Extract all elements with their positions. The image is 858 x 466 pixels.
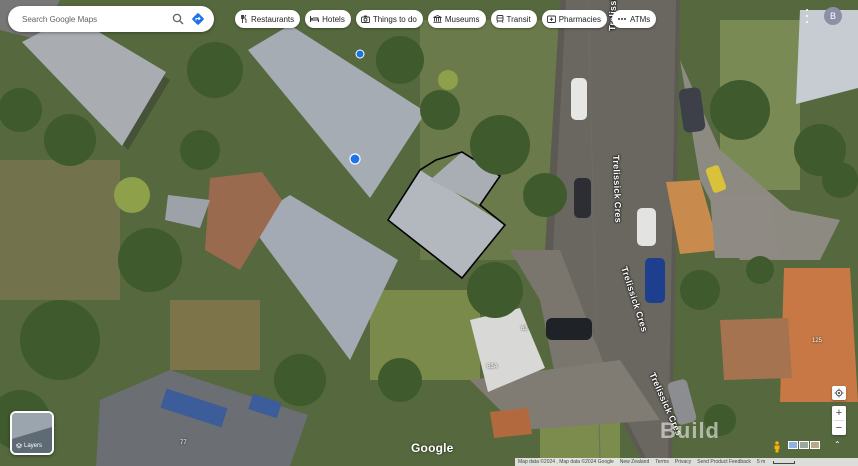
chip-label: ATMs (629, 14, 651, 24)
chip-label: Hotels (322, 14, 345, 24)
imagery-thumbnail[interactable] (810, 441, 820, 449)
zoom-controls: + − (832, 406, 846, 435)
atm-icon (617, 15, 627, 23)
search-box[interactable]: Search Google Maps (8, 6, 214, 32)
house-number: 63 (521, 326, 528, 332)
chip-pharmacies[interactable]: Pharmacies (541, 10, 607, 28)
chip-label: Transit (506, 14, 531, 24)
zoom-in-button[interactable]: + (832, 406, 846, 420)
camera-icon (360, 15, 370, 23)
train-icon (496, 15, 504, 23)
google-logo: Google (411, 441, 454, 455)
chip-restaurants[interactable]: Restaurants (235, 10, 301, 28)
satellite-map[interactable]: Trelissick Cres Trelissick Cres Trelissi… (0, 0, 858, 466)
chip-label: Museums (444, 14, 480, 24)
satellite-imagery (0, 0, 858, 466)
imagery-thumbnail[interactable] (799, 441, 809, 449)
street-view-pegman-icon[interactable] (773, 440, 781, 453)
search-input[interactable]: Search Google Maps (22, 15, 168, 24)
terms-link[interactable]: Terms (655, 459, 669, 465)
privacy-link[interactable]: Privacy (675, 459, 691, 465)
pharmacy-icon (546, 15, 556, 23)
fork-knife-icon (240, 15, 248, 23)
chip-things-to-do[interactable]: Things to do (355, 10, 423, 28)
directions-icon[interactable] (188, 9, 208, 29)
search-icon[interactable] (168, 9, 188, 29)
expand-icon[interactable]: ⌃ (834, 440, 841, 449)
attribution-footer: Map data ©2024 , Map data ©2024 Google N… (515, 458, 858, 466)
scale-label[interactable]: 5 m (757, 459, 765, 465)
scale-bar (773, 460, 796, 464)
museum-icon (433, 15, 442, 23)
country-link[interactable]: New Zealand (620, 459, 649, 465)
chip-museums[interactable]: Museums (427, 10, 486, 28)
apps-menu-icon[interactable] (801, 9, 813, 23)
send-feedback-link[interactable]: Send Product Feedback (697, 459, 751, 465)
chip-transit[interactable]: Transit (490, 10, 537, 28)
my-location-button[interactable] (832, 386, 846, 400)
layers-button[interactable]: Layers (10, 411, 54, 455)
map-controls: + − (832, 386, 846, 435)
house-number: 63A (487, 364, 498, 370)
layers-label: Layers (24, 443, 43, 449)
map-attribution: Map data ©2024 , Map data ©2024 Google (518, 459, 614, 465)
house-number: 77 (180, 440, 187, 446)
imagery-thumbnails (788, 441, 820, 449)
account-avatar[interactable]: B (824, 7, 842, 25)
chip-label: Restaurants (251, 14, 295, 24)
chip-hotels[interactable]: Hotels (305, 10, 351, 28)
chip-label: Things to do (372, 14, 417, 24)
my-location-icon (834, 388, 844, 398)
house-number: 125 (812, 338, 823, 344)
watermark: Build (660, 418, 720, 443)
bed-icon (310, 15, 320, 23)
category-chips: Restaurants Hotels Things to do Museums … (235, 10, 657, 28)
chip-atms[interactable]: ATMs (611, 10, 657, 28)
chip-label: Pharmacies (558, 14, 601, 24)
zoom-out-button[interactable]: − (832, 421, 846, 435)
imagery-thumbnail[interactable] (788, 441, 798, 449)
layers-icon (16, 443, 22, 449)
